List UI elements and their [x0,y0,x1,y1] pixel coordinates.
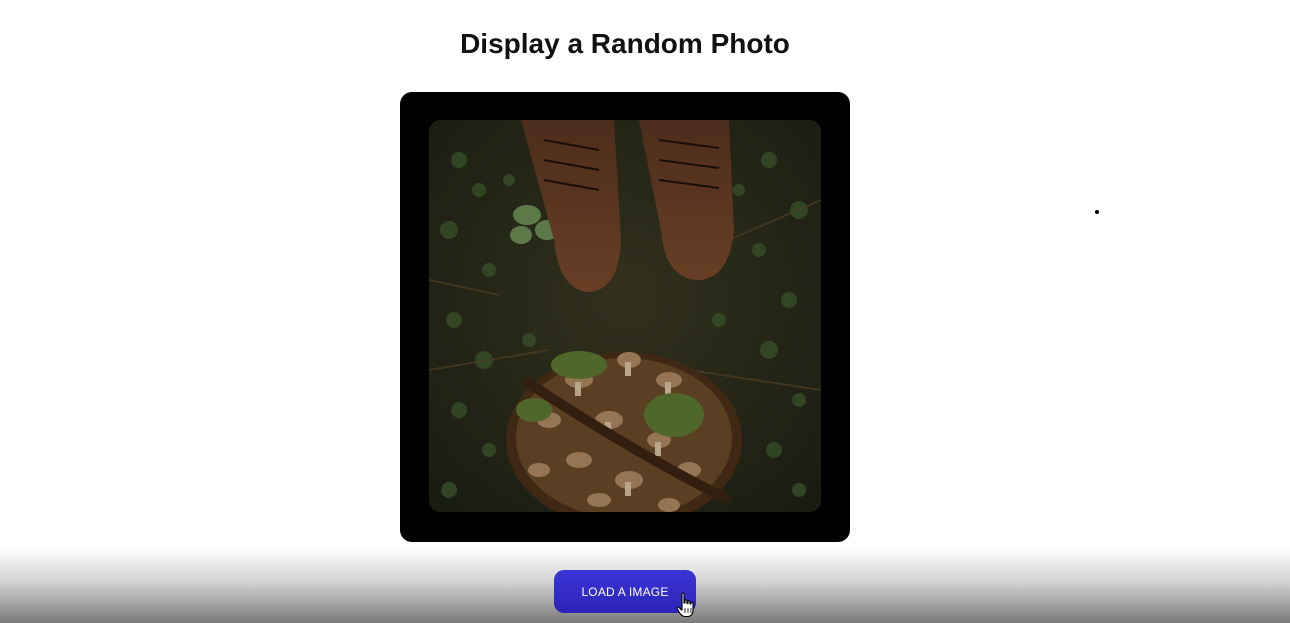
edge-marks [1285,350,1290,380]
photo-illustration [429,120,821,512]
page-title: Display a Random Photo [460,28,790,59]
load-image-button[interactable]: LOAD A IMAGE [554,570,696,613]
page: Display a Random Photo LOAD A IMAGE [0,0,1290,623]
photo-frame [400,92,850,542]
stray-dot [1095,210,1099,214]
hand-pointer-icon [676,592,694,618]
random-photo [429,120,821,512]
